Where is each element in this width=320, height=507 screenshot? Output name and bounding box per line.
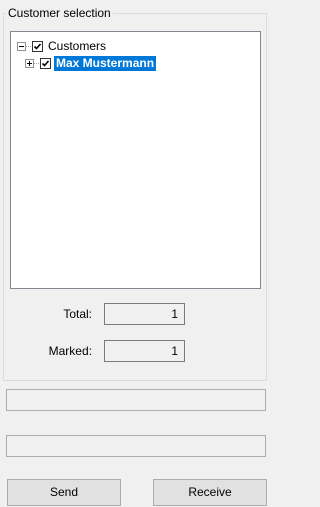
tree-node-max-mustermann[interactable]: Max Mustermann: [25, 55, 157, 72]
send-button[interactable]: Send: [7, 479, 121, 506]
tree-node-label[interactable]: Customers: [46, 39, 108, 54]
tree-connector: [26, 46, 31, 47]
tree-node-customers[interactable]: Customers: [17, 38, 108, 55]
tree-node-label-selected[interactable]: Max Mustermann: [54, 56, 157, 71]
collapse-icon[interactable]: [17, 42, 26, 51]
receive-button[interactable]: Receive: [153, 479, 267, 506]
total-field: 1: [104, 303, 185, 325]
marked-field: 1: [104, 340, 185, 362]
check-icon: [33, 43, 42, 50]
max-mustermann-checkbox[interactable]: [40, 58, 51, 69]
customers-checkbox[interactable]: [32, 41, 43, 52]
customer-tree[interactable]: Customers Max Mustermann: [10, 31, 261, 289]
tree-connector: [34, 63, 39, 64]
check-icon: [41, 60, 50, 67]
total-label: Total:: [63, 307, 92, 321]
expand-icon[interactable]: [25, 59, 34, 68]
status-box-1: [6, 389, 266, 411]
group-title: Customer selection: [6, 5, 113, 21]
status-box-2: [6, 435, 266, 457]
marked-label: Marked:: [48, 344, 92, 358]
